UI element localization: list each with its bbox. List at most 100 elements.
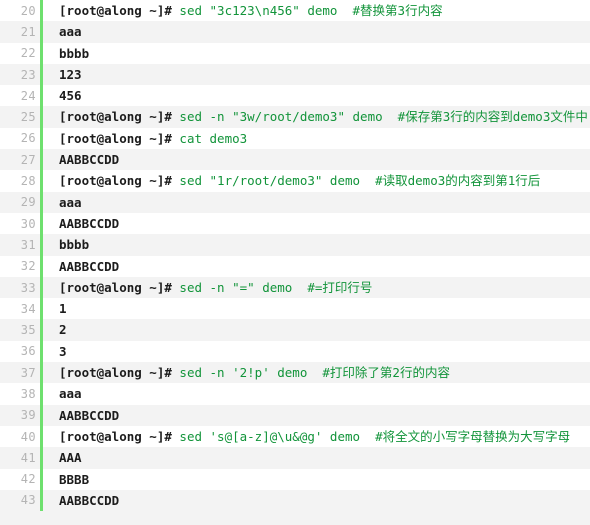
command-output: AABBCCDD <box>59 407 120 423</box>
code-line[interactable]: 27 AABBCCDD <box>0 149 590 171</box>
line-number: 30 <box>20 216 36 231</box>
line-content[interactable]: aaa <box>43 192 590 213</box>
command-output: AABBCCDD <box>59 215 120 231</box>
code-line[interactable]: 26 [root@along ~]# cat demo3 <box>0 127 590 150</box>
line-number: 42 <box>20 472 36 487</box>
line-content[interactable]: BBBB <box>43 469 590 490</box>
line-content[interactable]: 2 <box>43 319 590 340</box>
line-content[interactable]: AABBCCDD <box>43 149 590 170</box>
shell-command: sed -n '2!p' demo <box>179 365 308 381</box>
line-number: 29 <box>20 195 36 210</box>
code-line[interactable]: 21 aaa <box>0 21 590 43</box>
command-output: bbbb <box>59 237 90 253</box>
command-output: 3 <box>59 343 67 359</box>
line-content[interactable]: 1 <box>43 298 590 319</box>
command-output: 456 <box>59 88 82 104</box>
shell-command: sed -n "3w/root/demo3" demo <box>179 109 383 125</box>
line-content[interactable]: [root@along ~]# sed -n "3w/root/demo3" d… <box>43 106 590 127</box>
code-line[interactable]: 36 3 <box>0 340 590 363</box>
line-number: 24 <box>20 88 36 103</box>
line-number: 35 <box>20 323 36 338</box>
code-line[interactable]: 31 bbbb <box>0 234 590 256</box>
shell-prompt: [root@along ~]# <box>59 3 180 18</box>
code-line[interactable]: 41 AAA <box>0 447 590 469</box>
code-line[interactable]: 38 aaa <box>0 383 590 405</box>
code-line[interactable]: 28 [root@along ~]# sed "1r/root/demo3" de… <box>0 170 590 192</box>
line-content[interactable]: AAA <box>43 447 590 468</box>
line-number: 34 <box>20 301 36 316</box>
code-line[interactable]: 29 aaa <box>0 191 590 213</box>
line-content[interactable]: [root@along ~]# sed "1r/root/demo3" demo… <box>43 170 590 191</box>
line-number: 41 <box>20 450 36 465</box>
line-number: 36 <box>20 344 36 359</box>
code-line[interactable]: 39 AABBCCDD <box>0 404 590 426</box>
command-output: aaa <box>59 24 82 40</box>
code-line[interactable]: 23 123 <box>0 63 590 86</box>
line-content[interactable]: aaa <box>43 21 590 42</box>
code-line-partial[interactable] <box>0 511 590 525</box>
line-number: 37 <box>20 365 36 380</box>
code-line[interactable]: 40 [root@along ~]# sed 's@[a-z]@\u&@g' de… <box>0 425 590 448</box>
line-content[interactable]: AABBCCDD <box>43 213 590 234</box>
command-output: 123 <box>59 66 82 82</box>
line-content[interactable]: AABBCCDD <box>43 256 590 277</box>
code-line[interactable]: 33 [root@along ~]# sed -n "=" demo #=打印行号 <box>0 276 590 299</box>
line-content[interactable]: bbbb <box>43 234 590 255</box>
code-block[interactable]: 20 [root@along ~]# sed "3c123\n456" demo … <box>0 0 590 525</box>
shell-comment: #=打印行号 <box>292 279 373 295</box>
code-line[interactable]: 25 [root@along ~]# sed -n "3w/root/demo3"… <box>0 106 590 128</box>
shell-command: sed -n "=" demo <box>179 279 293 295</box>
command-output: aaa <box>59 194 82 210</box>
command-output: AABBCCDD <box>59 258 120 274</box>
command-output: BBBB <box>59 471 90 487</box>
code-line[interactable]: 37 [root@along ~]# sed -n '2!p' demo #打印除… <box>0 362 590 384</box>
shell-prompt: [root@along ~]# <box>59 109 180 125</box>
line-content[interactable]: [root@along ~]# sed -n '2!p' demo #打印除了第… <box>43 362 590 383</box>
line-number: 26 <box>20 131 36 146</box>
code-line[interactable]: 30 AABBCCDD <box>0 212 590 235</box>
shell-command: sed 's@[a-z]@\u&@g' demo <box>179 428 361 444</box>
line-content[interactable]: 123 <box>43 64 590 85</box>
line-content[interactable]: bbbb <box>43 43 590 64</box>
line-number: 39 <box>20 408 36 423</box>
shell-command: sed "3c123\n456" demo <box>179 3 338 18</box>
shell-comment: #读取demo3的内容到第1行后 <box>360 173 541 189</box>
code-line[interactable]: 24 456 <box>0 85 590 107</box>
code-line[interactable]: 34 1 <box>0 298 590 320</box>
command-output: AABBCCDD <box>59 492 120 508</box>
line-content[interactable]: 3 <box>43 341 590 362</box>
line-content[interactable]: 456 <box>43 85 590 106</box>
line-content[interactable]: AABBCCDD <box>43 405 590 426</box>
command-output: bbbb <box>59 45 90 61</box>
code-line[interactable]: 35 2 <box>0 319 590 341</box>
line-content[interactable]: aaa <box>43 383 590 404</box>
line-content[interactable]: [root@along ~]# sed 's@[a-z]@\u&@g' demo… <box>43 426 590 447</box>
line-number: 40 <box>20 429 36 444</box>
shell-comment: #保存第3行的内容到demo3文件中 <box>382 109 588 125</box>
command-output: 2 <box>59 322 67 338</box>
line-content[interactable]: AABBCCDD <box>43 490 590 511</box>
command-output: aaa <box>59 386 82 402</box>
line-number: 20 <box>20 3 36 18</box>
line-number: 43 <box>20 493 36 508</box>
shell-prompt: [root@along ~]# <box>59 365 180 381</box>
code-line[interactable]: 42 BBBB <box>0 468 590 490</box>
line-content[interactable]: [root@along ~]# sed "3c123\n456" demo #替… <box>43 0 590 21</box>
line-number: 38 <box>20 386 36 401</box>
line-content[interactable]: [root@along ~]# sed -n "=" demo #=打印行号 <box>43 277 590 298</box>
command-output: AABBCCDD <box>59 152 120 168</box>
code-line[interactable]: 43 AABBCCDD <box>0 489 590 512</box>
line-number: 22 <box>20 46 36 61</box>
code-line[interactable]: 32 AABBCCDD <box>0 255 590 277</box>
line-content[interactable]: [root@along ~]# cat demo3 <box>43 128 590 149</box>
code-line[interactable]: 22 bbbb <box>0 42 590 64</box>
code-line[interactable]: 20 [root@along ~]# sed "3c123\n456" demo … <box>0 0 590 22</box>
line-number: 27 <box>20 152 36 167</box>
shell-prompt: [root@along ~]# <box>59 173 180 189</box>
line-number: 21 <box>20 24 36 39</box>
shell-prompt: [root@along ~]# <box>59 428 180 444</box>
shell-comment: #打印除了第2行的内容 <box>307 365 450 381</box>
shell-prompt: [root@along ~]# <box>59 130 180 146</box>
shell-command: cat demo3 <box>179 130 248 146</box>
command-output: AAA <box>59 450 82 466</box>
